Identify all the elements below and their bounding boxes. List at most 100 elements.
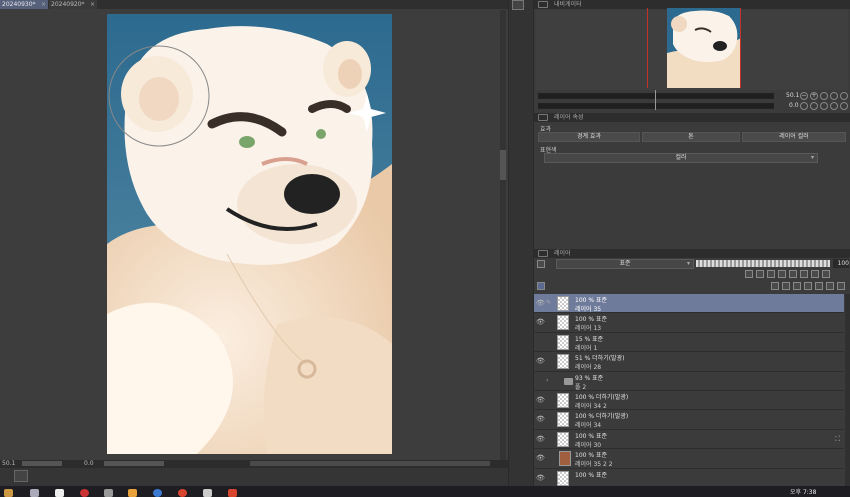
layer-list-scrollbar[interactable]: [845, 294, 850, 486]
layer-icon: [538, 250, 548, 257]
layer-row[interactable]: 👁 100 % 더하기(발광) 레이어 34: [534, 410, 844, 430]
navigator-angle-value[interactable]: 0.0: [789, 102, 799, 109]
visibility-eye-icon[interactable]: 👁: [536, 299, 545, 307]
fit-icon[interactable]: [820, 92, 828, 100]
draft-icon[interactable]: [767, 270, 775, 278]
canvas-zoom-value[interactable]: 50.1: [2, 460, 15, 468]
new-folder-icon[interactable]: [793, 282, 801, 290]
canvas-angle-value[interactable]: 0.0: [84, 460, 94, 468]
transfer-down-icon[interactable]: [804, 282, 812, 290]
layer-name: 레이어 35 2 2: [575, 461, 613, 469]
app-icon[interactable]: [228, 489, 237, 497]
new-raster-layer-icon[interactable]: [771, 282, 779, 290]
layer-thumbnail: [557, 334, 569, 350]
panel-collapse-icon[interactable]: [512, 0, 524, 10]
opacity-slider[interactable]: [696, 260, 830, 267]
visibility-eye-icon[interactable]: 👁: [536, 474, 545, 482]
layer-row[interactable]: 15 % 표준 레이어 1: [534, 332, 844, 353]
canvas-artwork[interactable]: [107, 14, 392, 454]
layer-color-icon[interactable]: [811, 270, 819, 278]
canvas-horizontal-scrollbar[interactable]: [250, 461, 490, 466]
canvas-scroll-thumb[interactable]: [500, 150, 506, 180]
layer-blend-info: 100 % 더하기(발광): [575, 413, 629, 421]
layer-row[interactable]: 👁 100 % 더하기(발광) 레이어 34 2: [534, 390, 844, 411]
folder-row[interactable]: › 93 % 표준 폴 2: [534, 371, 844, 391]
document-tab-label: 20240920*: [51, 1, 85, 8]
combine-icon[interactable]: [815, 282, 823, 290]
border-effect-button[interactable]: 경계 효과: [538, 132, 640, 142]
flip-vertical-icon[interactable]: [840, 102, 848, 110]
canvas-vertical-scrollbar[interactable]: [500, 10, 506, 460]
add-mask-icon[interactable]: [826, 282, 834, 290]
layer-row[interactable]: 👁 ✎ 100 % 표준 레이어 35: [534, 294, 844, 314]
document-tab[interactable]: 20240920* ×: [49, 0, 97, 9]
border-effect-label: 경계 효과: [577, 133, 601, 140]
tone-button[interactable]: 톤: [642, 132, 740, 142]
close-icon[interactable]: ×: [41, 0, 46, 9]
flip-horizontal-icon[interactable]: [830, 102, 838, 110]
clip-studio-icon[interactable]: [203, 489, 212, 497]
rotate-slider[interactable]: [104, 461, 164, 466]
layer-row[interactable]: 👁 100 % 표준: [534, 468, 844, 486]
visibility-eye-icon[interactable]: 👁: [536, 435, 545, 443]
lock-transparent-icon[interactable]: [778, 270, 786, 278]
folder-expand-icon[interactable]: ›: [546, 377, 554, 385]
visibility-eye-icon[interactable]: 👁: [536, 357, 545, 365]
layer-row[interactable]: 👁 100 % 표준 레이어 35 2 2: [534, 449, 844, 469]
layer-thumbnail: [557, 315, 569, 331]
navigator-zoom-slider[interactable]: [538, 93, 774, 99]
browser-icon[interactable]: [153, 489, 162, 497]
opacity-value[interactable]: 100: [833, 259, 849, 268]
layer-blend-info: 100 % 표준: [575, 316, 608, 324]
navigator-view-frame-left: [647, 8, 648, 88]
navigator-zoom-value[interactable]: 50.1: [786, 92, 799, 99]
zoom-out-icon[interactable]: −: [800, 92, 808, 100]
app-icon[interactable]: [30, 489, 39, 497]
layer-name: 레이어 35: [575, 306, 602, 313]
zoom-slider[interactable]: [22, 461, 62, 466]
pen-icon: ✎: [546, 299, 552, 306]
app-icon[interactable]: [80, 489, 89, 497]
flip-icon[interactable]: [840, 92, 848, 100]
mask-icon[interactable]: [789, 270, 797, 278]
app-icon[interactable]: [104, 489, 113, 497]
layer-row[interactable]: 👁 100 % 표준 레이어 30 ⛶: [534, 429, 844, 450]
layer-panel-toggle-icon[interactable]: [14, 470, 28, 482]
rotate-right-icon[interactable]: [810, 102, 818, 110]
clip-icon[interactable]: [745, 270, 753, 278]
new-vector-layer-icon[interactable]: [782, 282, 790, 290]
navigator-thumbnail[interactable]: [667, 8, 741, 88]
document-tab-active[interactable]: 20240930* ×: [0, 0, 48, 9]
reset-rotate-icon[interactable]: [820, 102, 828, 110]
expression-color-select[interactable]: 컬러 ▾: [544, 153, 818, 163]
layer-row[interactable]: 👁 100 % 표준 레이어 13: [534, 313, 844, 333]
visibility-eye-icon[interactable]: 👁: [536, 318, 545, 326]
visibility-toggle[interactable]: [536, 377, 544, 385]
layer-property-title: 레이어 속성: [554, 114, 584, 121]
layer-lock-icon[interactable]: [537, 260, 545, 268]
blend-mode-select[interactable]: 표준 ▾: [556, 259, 694, 269]
visibility-eye-icon[interactable]: 👁: [536, 454, 545, 462]
reference-icon[interactable]: [756, 270, 764, 278]
visibility-toggle[interactable]: [536, 338, 544, 346]
taskbar-clock[interactable]: 오후 7:38: [790, 487, 816, 496]
rotate-left-icon[interactable]: [800, 102, 808, 110]
layer-panel-mode-icon[interactable]: [537, 282, 545, 290]
folder-icon[interactable]: [128, 489, 137, 497]
visibility-eye-icon[interactable]: 👁: [536, 396, 545, 404]
layer-color-button[interactable]: 레이어 컬러: [742, 132, 846, 142]
visibility-eye-icon[interactable]: 👁: [536, 415, 545, 423]
panel-divider[interactable]: [508, 0, 534, 486]
start-icon[interactable]: [55, 489, 64, 497]
close-icon[interactable]: ×: [90, 0, 95, 9]
actual-size-icon[interactable]: [830, 92, 838, 100]
navigator-rotate-slider[interactable]: [538, 103, 774, 109]
ruler-icon[interactable]: [800, 270, 808, 278]
layer-row[interactable]: 👁 51 % 더하기(발광) 레이어 28: [534, 352, 844, 372]
app-icon[interactable]: [4, 489, 13, 497]
zoom-in-icon[interactable]: +: [810, 92, 818, 100]
palette-icon[interactable]: [822, 270, 830, 278]
delete-layer-icon[interactable]: [837, 282, 845, 290]
app-icon[interactable]: [178, 489, 187, 497]
layer-property-icon: ⛶: [835, 434, 840, 443]
